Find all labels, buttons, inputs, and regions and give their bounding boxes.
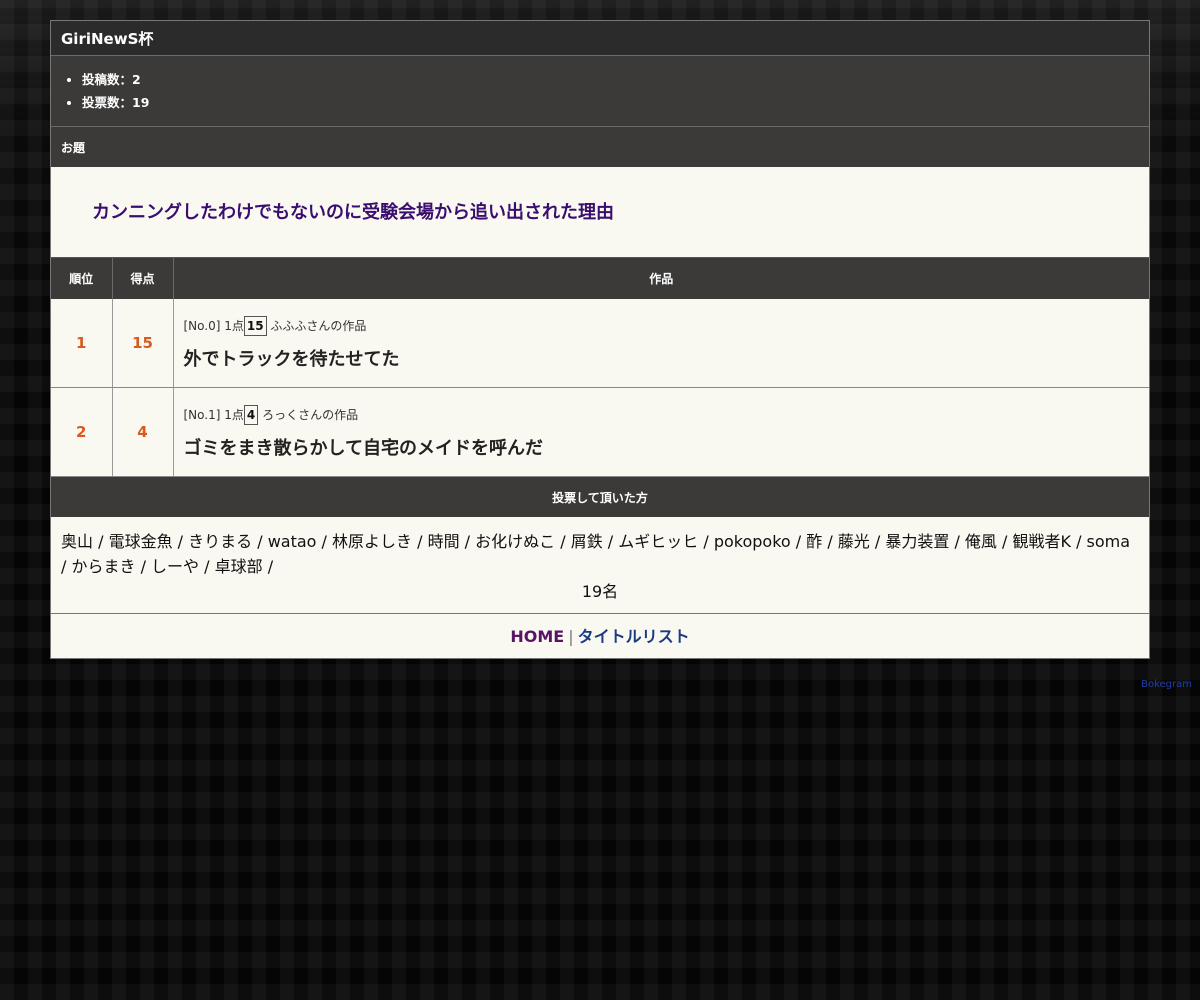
results-table: 順位 得点 作品 1 15 [No.0] 1点 15 ふふふさんの作品 外でトラッ… bbox=[51, 258, 1149, 477]
rank-cell: 2 bbox=[51, 387, 113, 477]
table-row: 1 15 [No.0] 1点 15 ふふふさんの作品 外でトラックを待たせてた bbox=[51, 299, 1149, 388]
vote-count: 投票数：19 bbox=[82, 91, 1149, 114]
score-cell: 4 bbox=[112, 387, 174, 477]
post-count: 投稿数：2 bbox=[82, 68, 1149, 91]
theme-heading: お題 bbox=[51, 127, 1149, 167]
table-row: 2 4 [No.1] 1点 4 ろっくさんの作品 ゴミをまき散らかして自宅のメイド… bbox=[51, 387, 1149, 477]
contest-panel: GiriNewS杯 投稿数：2 投票数：19 お題 カンニングしたわけでもないの… bbox=[50, 20, 1150, 659]
footer-nav: HOME | タイトルリスト bbox=[51, 614, 1149, 658]
brand-link[interactable]: Bokegram bbox=[1141, 679, 1192, 690]
voter-list: 奥山 / 電球金魚 / きりまる / watao / 林原よしき / 時間 / … bbox=[61, 532, 1131, 576]
point-box: 15 bbox=[243, 315, 267, 336]
entry-author: ろっくさんの作品 bbox=[262, 407, 359, 422]
voter-count: 19名 bbox=[51, 579, 1149, 614]
entry-cell: [No.0] 1点 15 ふふふさんの作品 外でトラックを待たせてた bbox=[173, 299, 1149, 388]
entry-text: ゴミをまき散らかして自宅のメイドを呼んだ bbox=[183, 437, 543, 459]
entry-meta: [No.1] 1点 4 ろっくさんの作品 bbox=[183, 404, 1140, 425]
title-list-link[interactable]: タイトルリスト bbox=[578, 627, 690, 646]
voters-heading: 投票して頂いた方 bbox=[51, 477, 1149, 517]
contest-title: GiriNewS杯 bbox=[51, 21, 1149, 56]
entry-number: [No.1] 1点 bbox=[183, 407, 244, 422]
score-cell: 15 bbox=[112, 299, 174, 388]
entry-author: ふふふさんの作品 bbox=[270, 318, 367, 333]
nav-separator: | bbox=[568, 627, 574, 646]
rank-cell: 1 bbox=[51, 299, 113, 388]
entry-header: 作品 bbox=[173, 258, 1149, 299]
contest-stats: 投稿数：2 投票数：19 bbox=[51, 56, 1149, 127]
entry-meta: [No.0] 1点 15 ふふふさんの作品 bbox=[183, 315, 1140, 336]
entry-text: 外でトラックを待たせてた bbox=[183, 348, 400, 370]
home-link[interactable]: HOME bbox=[510, 627, 564, 646]
results-header-row: 順位 得点 作品 bbox=[51, 258, 1149, 299]
point-box: 4 bbox=[243, 404, 259, 425]
score-header: 得点 bbox=[112, 258, 174, 299]
entry-number: [No.0] 1点 bbox=[183, 318, 244, 333]
entry-cell: [No.1] 1点 4 ろっくさんの作品 ゴミをまき散らかして自宅のメイドを呼んだ bbox=[173, 387, 1149, 477]
rank-header: 順位 bbox=[51, 258, 113, 299]
theme-text: カンニングしたわけでもないのに受験会場から追い出された理由 bbox=[51, 167, 1149, 258]
